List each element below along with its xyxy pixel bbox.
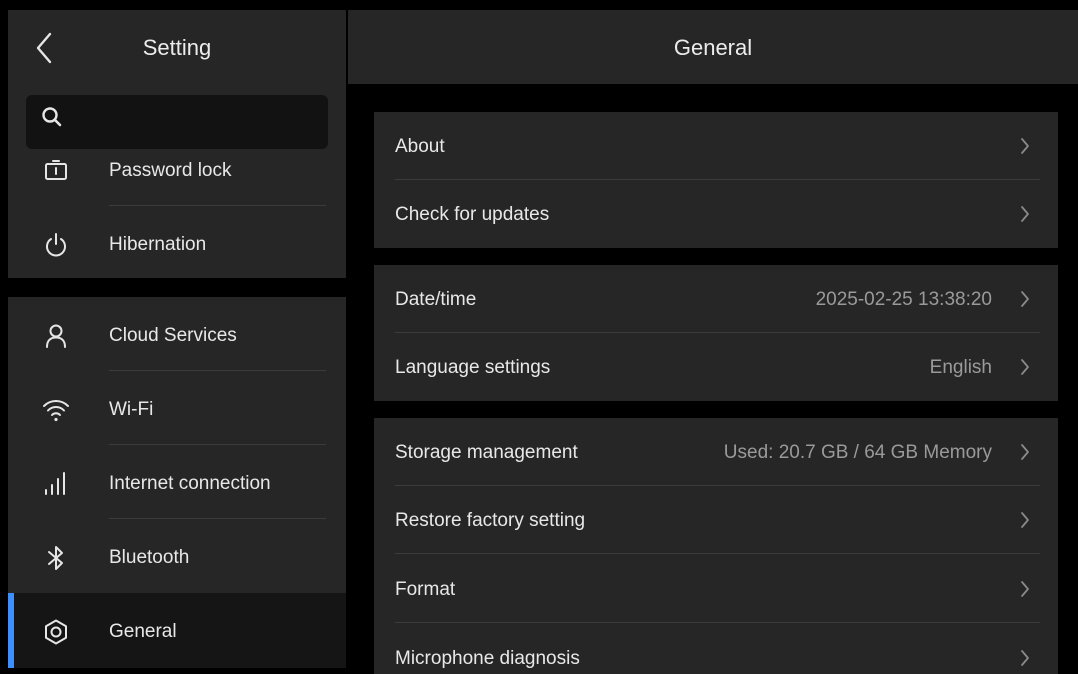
sidebar-item-label: Password lock <box>109 160 232 181</box>
sidebar-group-connectivity: Cloud Services Wi-Fi Internet connection… <box>8 297 346 668</box>
chevron-right-icon <box>1020 649 1030 667</box>
sidebar-item-bluetooth[interactable]: Bluetooth <box>8 519 346 593</box>
row-label: Date/time <box>395 289 477 310</box>
chevron-right-icon <box>1020 443 1030 461</box>
divider <box>395 553 1040 554</box>
settings-sidebar: Setting Password lock Hibernation Cloud … <box>8 10 346 668</box>
chevron-right-icon <box>1020 137 1030 155</box>
sidebar-item-hibernation[interactable]: Hibernation <box>8 206 346 280</box>
sidebar-item-label: Internet connection <box>109 473 271 494</box>
wifi-icon <box>42 396 70 424</box>
settings-card-storage: Storage management Used: 20.7 GB / 64 GB… <box>374 418 1058 674</box>
active-indicator <box>8 593 14 668</box>
power-icon <box>42 231 70 259</box>
row-label: Storage management <box>395 442 578 463</box>
sidebar-item-cloud-services[interactable]: Cloud Services <box>8 297 346 371</box>
sidebar-item-label: General <box>109 621 177 642</box>
settings-card-locale: Date/time 2025-02-25 13:38:20 Language s… <box>374 265 1058 401</box>
password-lock-icon <box>42 157 70 185</box>
settings-row-language[interactable]: Language settings English <box>374 333 1058 401</box>
chevron-right-icon <box>1020 290 1030 308</box>
settings-row-format[interactable]: Format <box>374 555 1058 623</box>
sidebar-header: Setting <box>8 10 346 86</box>
settings-row-microphone-diagnosis[interactable]: Microphone diagnosis <box>374 624 1058 674</box>
chevron-right-icon <box>1020 358 1030 376</box>
storage-value: Used: 20.7 GB / 64 GB Memory <box>723 442 992 463</box>
settings-card-info: About Check for updates <box>374 112 1058 248</box>
settings-row-date-time[interactable]: Date/time 2025-02-25 13:38:20 <box>374 265 1058 333</box>
bluetooth-icon <box>42 544 70 572</box>
divider <box>395 622 1040 623</box>
row-label: Format <box>395 579 456 600</box>
gear-icon <box>42 618 70 646</box>
sidebar-item-internet-connection[interactable]: Internet connection <box>8 445 346 519</box>
row-label: Check for updates <box>395 204 550 225</box>
language-value: English <box>929 357 992 378</box>
main-header: General <box>348 10 1078 84</box>
sidebar-item-wifi[interactable]: Wi-Fi <box>8 371 346 445</box>
chevron-right-icon <box>1020 205 1030 223</box>
sidebar-item-label: Wi-Fi <box>109 399 154 420</box>
sidebar-item-general[interactable]: General <box>8 593 346 668</box>
settings-row-check-updates[interactable]: Check for updates <box>374 180 1058 248</box>
row-label: Restore factory setting <box>395 510 586 531</box>
sidebar-item-label: Cloud Services <box>109 325 237 346</box>
date-time-value: 2025-02-25 13:38:20 <box>815 289 992 310</box>
row-label: Language settings <box>395 357 551 378</box>
settings-row-about[interactable]: About <box>374 112 1058 180</box>
user-icon <box>42 322 70 350</box>
sidebar-item-label: Hibernation <box>109 234 207 255</box>
chevron-right-icon <box>1020 511 1030 529</box>
settings-row-storage[interactable]: Storage management Used: 20.7 GB / 64 GB… <box>374 418 1058 486</box>
search-input[interactable] <box>26 95 328 149</box>
sidebar-group-security: Password lock Hibernation <box>8 86 346 278</box>
row-label: About <box>395 136 445 157</box>
search-icon <box>40 105 64 129</box>
row-label: Microphone diagnosis <box>395 648 580 669</box>
sidebar-item-label: Bluetooth <box>109 547 190 568</box>
page-title: General <box>673 35 753 60</box>
signal-bars-icon <box>42 470 70 498</box>
settings-row-restore-factory[interactable]: Restore factory setting <box>374 486 1058 554</box>
sidebar-title: Setting <box>142 35 212 60</box>
chevron-right-icon <box>1020 580 1030 598</box>
